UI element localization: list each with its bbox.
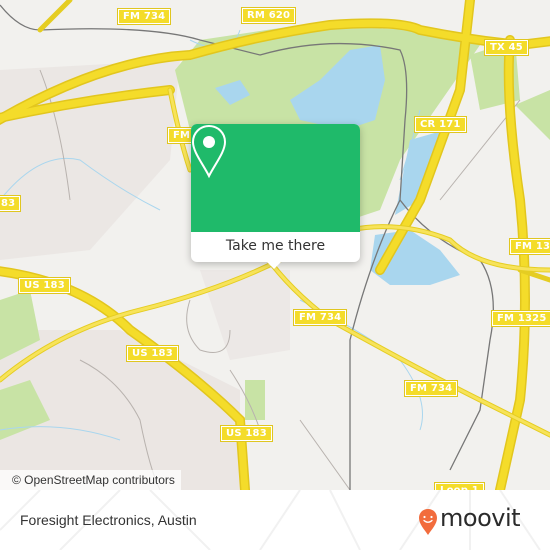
road-label-fm734-low: FM 734: [403, 380, 459, 397]
road-label-us183-stub: 83: [0, 195, 22, 212]
location-popup: Take me there: [191, 124, 360, 269]
road-label-fm734: FM 734: [116, 8, 172, 25]
map-pin-icon: [191, 124, 227, 179]
map-attribution[interactable]: © OpenStreetMap contributors: [0, 470, 181, 490]
popup-header: [191, 124, 360, 232]
moovit-pin-icon: [419, 509, 437, 535]
road-label-us183-low: US 183: [220, 425, 273, 442]
road-label-loop1: Loop 1: [434, 482, 485, 490]
map[interactable]: RM 620 FM 734 TX 45 FM CR 171 83 FM 132 …: [0, 0, 550, 490]
moovit-wordmark: moovit: [440, 504, 521, 532]
place-name: Foresight Electronics, Austin: [20, 512, 197, 528]
popup-pointer: [265, 260, 283, 269]
road-label-fm734-mid: FM 734: [292, 309, 348, 326]
road-label-fm1325: FM 1325: [491, 310, 550, 327]
road-label-rm620: RM 620: [240, 7, 297, 24]
road-label-tx45: TX 45: [484, 39, 529, 56]
road-label-cr171: CR 171: [414, 116, 467, 133]
road-label-us183: US 183: [18, 277, 71, 294]
footer: Foresight Electronics, Austin moovit: [0, 490, 550, 550]
road-label-fm1325-edge: FM 132: [508, 238, 550, 255]
take-me-there-button[interactable]: Take me there: [191, 232, 360, 262]
road-label-us183-mid: US 183: [126, 345, 179, 362]
